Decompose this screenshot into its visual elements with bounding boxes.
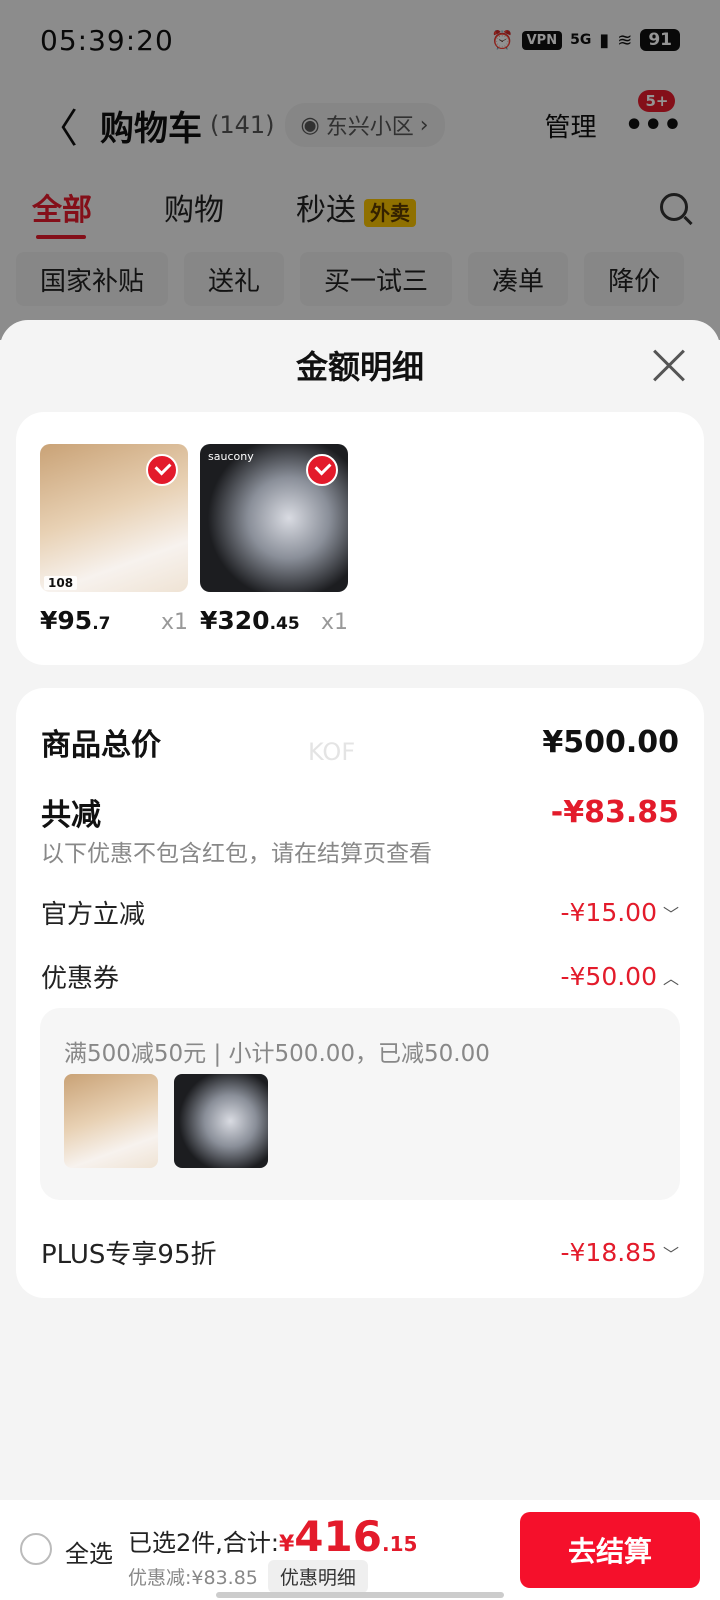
price-decimal: .45	[269, 614, 300, 634]
total-price-label: 商品总价	[41, 728, 161, 763]
discount-amount: 优惠减:¥83.85	[128, 1567, 258, 1589]
plus-discount-amount: -¥18.85	[560, 1238, 657, 1267]
reduction-note: 以下优惠不包含红包，请在结算页查看	[41, 841, 432, 867]
sheet-title: 金额明细	[295, 348, 424, 386]
plus-discount-row[interactable]: PLUS专享95折 -¥18.85 ﹀	[41, 1234, 679, 1271]
check-icon	[306, 454, 338, 486]
price-decimal: .7	[92, 614, 111, 634]
total-reduction-value: -¥83.85	[550, 794, 679, 830]
selected-summary: 已选2件,合计: ¥ 416 .15	[128, 1512, 417, 1561]
discount-summary: 优惠减:¥83.85 优惠明细	[128, 1560, 368, 1593]
product-item[interactable]: saucony ¥320.45 x1	[200, 444, 348, 635]
coupon-detail-box: 满500减50元 | 小计500.00，已减50.00	[40, 1008, 680, 1200]
image-tag: 108	[44, 576, 78, 590]
total-currency: ¥	[278, 1532, 295, 1557]
total-price-value: ¥500.00	[542, 724, 679, 760]
total-decimal: .15	[381, 1532, 418, 1556]
price-integer: ¥95	[40, 606, 93, 635]
select-all-radio[interactable]	[20, 1533, 52, 1565]
total-price-row: 商品总价 ¥500.00	[41, 720, 679, 764]
brand-label: saucony	[208, 450, 254, 463]
checkout-bar: 全选 已选2件,合计: ¥ 416 .15 优惠减:¥83.85 优惠明细 去结…	[0, 1500, 720, 1600]
product-image-shoe: saucony	[200, 444, 348, 592]
dim-overlay[interactable]	[0, 0, 720, 340]
chevron-up-icon: ︿	[662, 968, 679, 988]
total-reduction-label: 共减	[41, 798, 101, 833]
chevron-down-icon: ﹀	[662, 904, 679, 924]
coupon-amount: -¥50.00	[560, 962, 657, 991]
product-image-shirt: 108	[40, 444, 188, 592]
price-breakdown-card: KOF 商品总价 ¥500.00 共减 -¥83.85 以下优惠不包含红包，请在…	[16, 688, 704, 1298]
product-quantity: x1	[320, 610, 348, 635]
checkout-button[interactable]: 去结算	[520, 1512, 700, 1588]
coupon-product-thumb-shirt	[64, 1074, 158, 1168]
plus-discount-value: -¥18.85 ﹀	[560, 1238, 679, 1267]
chevron-down-icon: ﹀	[662, 1244, 679, 1264]
close-icon[interactable]	[652, 348, 686, 382]
coupon-label: 优惠券	[41, 964, 120, 994]
selected-count: 已选2件,合计:	[128, 1529, 279, 1557]
selected-products-card: 108 ¥95.7 x1 saucony ¥320.45 x1	[16, 412, 704, 665]
price-integer: ¥320	[200, 606, 270, 635]
total-reduction-row: 共减 -¥83.85	[41, 790, 679, 834]
amount-detail-sheet: 金额明细 108 ¥95.7 x1 saucony ¥320.45 x1 KOF	[0, 320, 720, 1600]
plus-discount-label: PLUS专享95折	[41, 1240, 217, 1270]
official-discount-amount: -¥15.00	[560, 898, 657, 927]
check-icon	[146, 454, 178, 486]
discount-detail-button[interactable]: 优惠明细	[267, 1560, 368, 1593]
home-indicator[interactable]	[216, 1592, 504, 1598]
product-price: ¥320.45	[200, 606, 300, 635]
product-item[interactable]: 108 ¥95.7 x1	[40, 444, 188, 635]
official-discount-label: 官方立减	[41, 900, 146, 930]
coupon-row[interactable]: 优惠券 -¥50.00 ︿	[41, 958, 679, 995]
official-discount-row[interactable]: 官方立减 -¥15.00 ﹀	[41, 894, 679, 931]
coupon-detail-text: 满500减50元 | 小计500.00，已减50.00	[64, 1041, 490, 1067]
product-price-row: ¥320.45 x1	[200, 606, 348, 635]
coupon-product-thumb-shoe	[174, 1074, 268, 1168]
product-price-row: ¥95.7 x1	[40, 606, 188, 635]
total-integer: 416	[294, 1512, 382, 1561]
product-quantity: x1	[160, 610, 188, 635]
select-all-label[interactable]: 全选	[65, 1534, 113, 1569]
coupon-value: -¥50.00 ︿	[560, 962, 679, 991]
official-discount-value: -¥15.00 ﹀	[560, 898, 679, 927]
product-price: ¥95.7	[40, 606, 110, 635]
